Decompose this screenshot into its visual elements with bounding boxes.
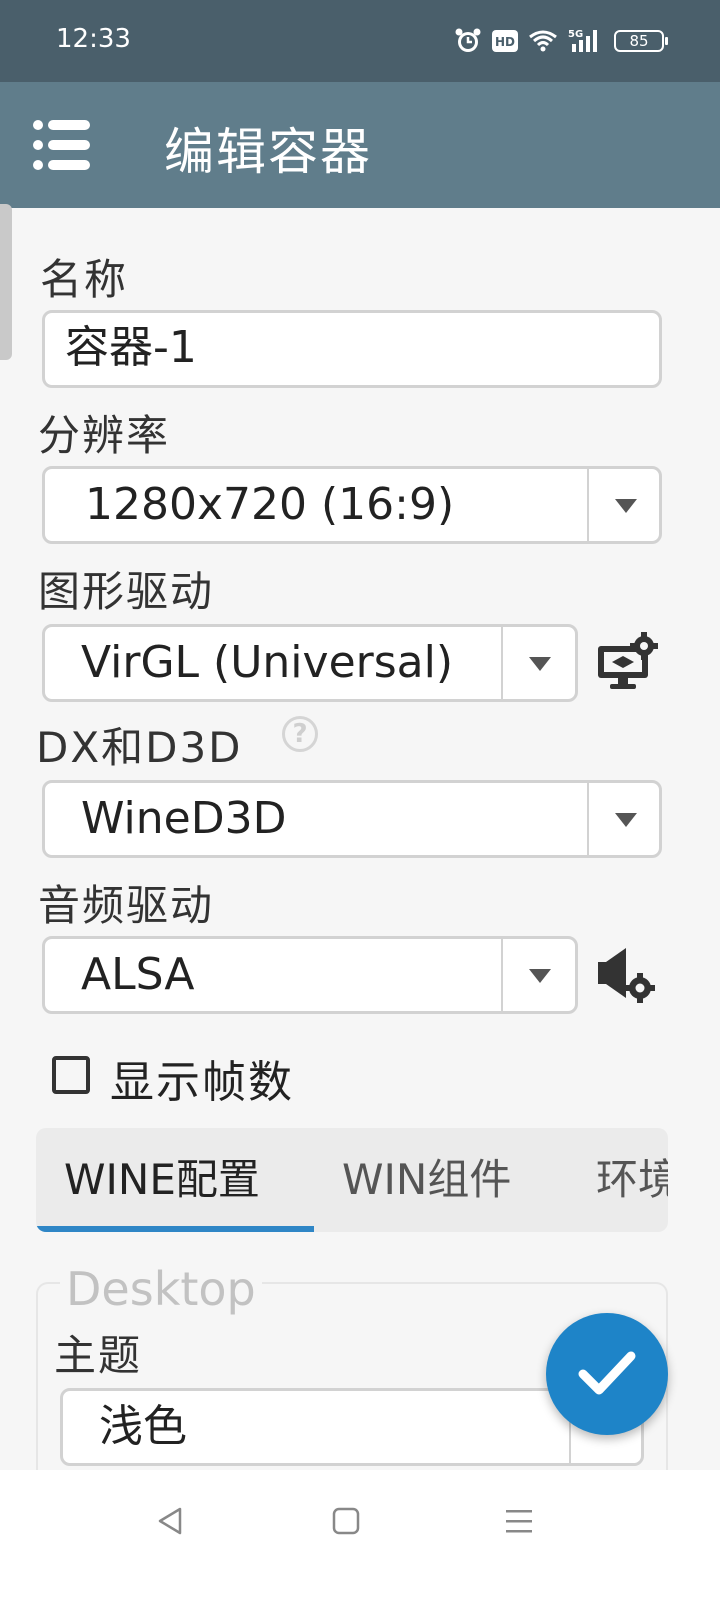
theme-label: 主题 xyxy=(54,1331,143,1380)
hd-label: HD xyxy=(495,35,515,49)
check-icon xyxy=(578,1351,636,1395)
audio-settings-icon[interactable] xyxy=(596,946,658,1010)
dx-d3d-label: DX和D3D xyxy=(36,723,243,772)
resolution-label: 分辨率 xyxy=(38,411,171,460)
graphics-driver-value: VirGL (Universal) xyxy=(81,637,454,688)
page-title: 编辑容器 xyxy=(164,123,372,181)
back-icon xyxy=(158,1507,182,1535)
tab-win-components[interactable]: WIN组件 xyxy=(342,1128,511,1232)
tab-environment[interactable]: 环境 xyxy=(596,1128,668,1232)
resolution-select[interactable]: 1280x720 (16:9) xyxy=(42,466,662,544)
back-button[interactable] xyxy=(156,1506,186,1540)
select-divider xyxy=(501,627,503,699)
name-input[interactable]: 容器-1 xyxy=(42,310,662,388)
select-divider xyxy=(587,783,589,855)
display-settings-icon[interactable] xyxy=(596,632,658,696)
show-fps-label: 显示帧数 xyxy=(110,1057,294,1108)
select-divider xyxy=(587,469,589,541)
tab-indicator xyxy=(36,1226,314,1232)
graphics-driver-select[interactable]: VirGL (Universal) xyxy=(42,624,578,702)
scrollbar-thumb[interactable] xyxy=(0,204,12,360)
nav-bar xyxy=(0,1470,720,1604)
hd-icon: HD xyxy=(492,30,518,52)
tab-wine-config[interactable]: WINE配置 xyxy=(64,1128,260,1232)
dx-d3d-select[interactable]: WineD3D xyxy=(42,780,662,858)
audio-driver-label: 音频驱动 xyxy=(38,881,215,930)
menu-icon xyxy=(33,120,90,170)
help-icon[interactable]: ? xyxy=(282,716,318,752)
5g-signal-icon: 5G xyxy=(568,28,604,54)
battery-indicator: 85 xyxy=(614,30,668,52)
graphics-driver-label: 图形驱动 xyxy=(38,567,215,616)
resolution-value: 1280x720 (16:9) xyxy=(85,479,455,530)
show-fps-checkbox[interactable] xyxy=(52,1056,90,1094)
status-bar: 12:33 HD 5G 85 xyxy=(0,0,720,82)
name-label: 名称 xyxy=(40,255,129,304)
chevron-down-icon[interactable] xyxy=(529,657,551,671)
tab-bar: WINE配置 WIN组件 环境 xyxy=(36,1128,668,1232)
alarm-icon xyxy=(454,27,482,55)
desktop-legend: Desktop xyxy=(60,1262,262,1316)
home-button[interactable] xyxy=(332,1506,360,1540)
wifi-icon xyxy=(528,29,558,53)
network-label: 5G xyxy=(568,29,583,40)
audio-driver-select[interactable]: ALSA xyxy=(42,936,578,1014)
dx-d3d-value: WineD3D xyxy=(81,793,287,844)
save-button[interactable] xyxy=(546,1313,668,1435)
recents-button[interactable] xyxy=(504,1506,534,1540)
select-divider xyxy=(501,939,503,1011)
audio-driver-value: ALSA xyxy=(81,949,195,1000)
home-icon xyxy=(332,1507,360,1535)
chevron-down-icon[interactable] xyxy=(529,969,551,983)
chevron-down-icon[interactable] xyxy=(615,499,637,513)
recents-icon xyxy=(506,1510,532,1533)
chevron-down-icon[interactable] xyxy=(615,813,637,827)
app-bar: 编辑容器 xyxy=(0,82,720,208)
status-icons: HD 5G 85 xyxy=(454,24,668,58)
menu-button[interactable] xyxy=(30,115,94,175)
status-time: 12:33 xyxy=(56,24,131,54)
theme-value: 浅色 xyxy=(99,1401,187,1452)
